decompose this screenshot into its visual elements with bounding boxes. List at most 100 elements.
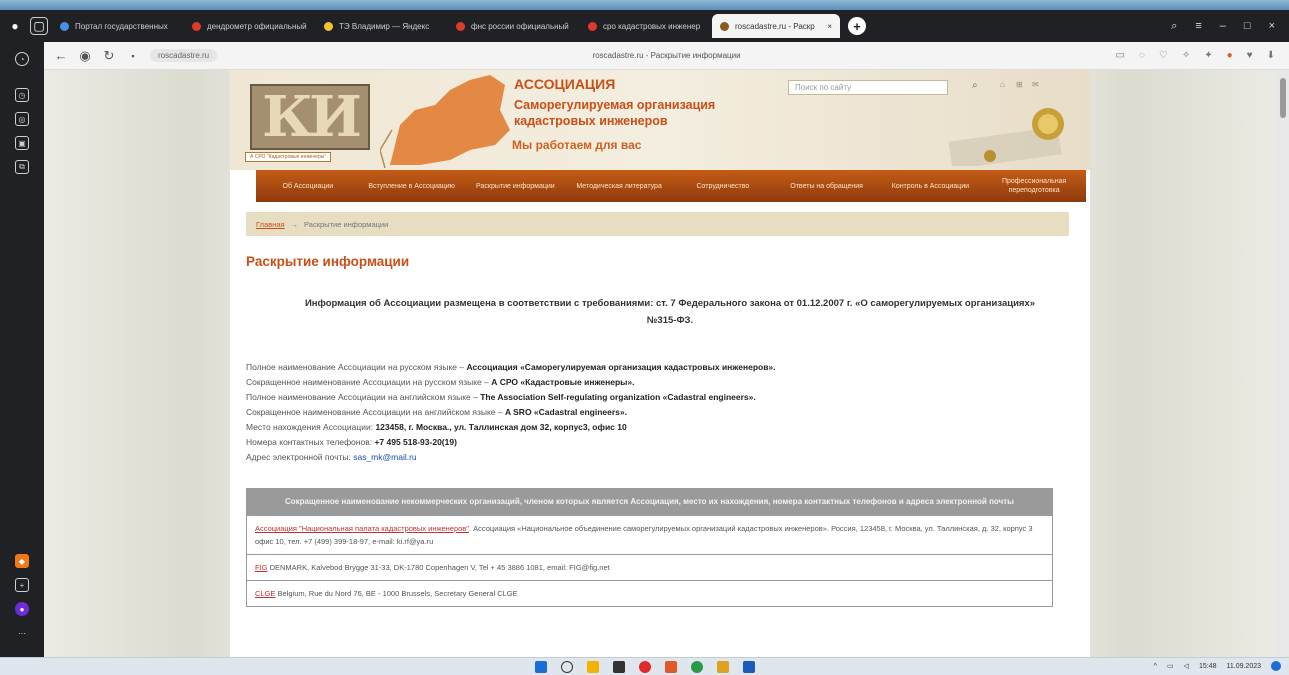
yandex-icon[interactable]: [664, 660, 677, 673]
field-value: 123458, г. Москва., ул. Таллинская дом 3…: [375, 422, 627, 432]
system-tray: ^ ▭ ◁ 15:48 11.09.2023: [1154, 661, 1281, 671]
chrome-icon[interactable]: [690, 660, 703, 673]
clock[interactable]: 15:48: [1199, 663, 1217, 670]
file-explorer-icon[interactable]: [586, 660, 599, 673]
table-row: FIG DENMARK, Kalvebod Brygge 31-33, DK-1…: [247, 554, 1052, 580]
speed-dial-icon[interactable]: ◔: [15, 52, 29, 66]
workspaces-icon[interactable]: ▢: [30, 17, 48, 35]
info-intro: Информация об Ассоциации размещена в соо…: [304, 298, 1036, 326]
add-sidebar-icon[interactable]: +: [15, 578, 29, 592]
field-value: А СРО «Кадастровые инженеры».: [491, 377, 635, 387]
more-icon[interactable]: ⋯: [15, 626, 29, 640]
tab-label: roscadastre.ru - Раскр: [735, 21, 815, 31]
volume-icon[interactable]: ◁: [1184, 662, 1189, 670]
search-icon[interactable]: ⌕: [972, 80, 978, 91]
page-scrollbar[interactable]: [1277, 70, 1289, 657]
mail-icon[interactable]: ✉: [1032, 80, 1039, 89]
table-row: Ассоциация "Национальная палата кадастро…: [247, 515, 1052, 554]
menu-item-control[interactable]: Контроль в Ассоциации: [879, 182, 983, 191]
tab[interactable]: ТЭ Владимир — Яндекс: [316, 14, 444, 38]
tab-label: дендрометр официальный: [207, 21, 307, 31]
extensions-icon[interactable]: ⧉: [15, 160, 29, 174]
tab-favicon-icon: [588, 21, 597, 31]
field-label: Место нахождения Ассоциации:: [246, 422, 376, 432]
messenger-icon[interactable]: ◆: [15, 554, 29, 568]
tab-favicon-icon: [720, 21, 729, 31]
paint-icon[interactable]: [716, 660, 729, 673]
org-details: Belgium, Rue du Nord 76, BE - 1000 Bruss…: [275, 589, 518, 598]
easy-setup-icon[interactable]: ≡: [1195, 20, 1201, 33]
home-icon[interactable]: ⌂: [1000, 80, 1005, 89]
tab[interactable]: дендрометр официальный: [184, 14, 312, 38]
site-subtitle: Саморегулируемая организация: [514, 98, 716, 112]
site-header: КИ А СРО "Кадастровые инженеры" АССОЦИАЦ…: [230, 70, 1090, 170]
org-link[interactable]: Ассоциация "Национальная палата кадастро…: [255, 524, 469, 533]
surveying-instruments-graphic: [948, 108, 1064, 166]
profile-icon[interactable]: ●: [1227, 50, 1233, 61]
app-icon[interactable]: [742, 660, 755, 673]
scrollbar-thumb[interactable]: [1280, 78, 1286, 118]
breadcrumb-home-link[interactable]: Главная: [256, 220, 285, 229]
site-search-input[interactable]: Поиск по сайту: [788, 80, 948, 95]
org-link[interactable]: FIG: [255, 563, 268, 572]
close-tab-icon[interactable]: ×: [823, 22, 832, 31]
bookmarks-icon[interactable]: ◎: [15, 112, 29, 126]
downloads-icon[interactable]: ▣: [15, 136, 29, 150]
vpn-icon[interactable]: ▭: [1115, 50, 1124, 61]
snapshot-icon[interactable]: ◌: [1139, 50, 1145, 61]
start-icon[interactable]: [534, 660, 547, 673]
tab[interactable]: Портал государственных: [52, 14, 180, 38]
download-icon[interactable]: ⬇: [1267, 50, 1275, 61]
tab[interactable]: сро кадастровых инженер: [580, 14, 708, 38]
opera-logo-icon[interactable]: ●: [6, 17, 24, 35]
date[interactable]: 11.09.2023: [1226, 663, 1261, 670]
search-tabs-icon[interactable]: ⌕: [1171, 20, 1177, 33]
field-phones: Номера контактных телефонов: +7 495 518-…: [246, 435, 1066, 450]
logo[interactable]: КИ А СРО "Кадастровые инженеры": [245, 84, 370, 162]
browser-tab-bar: ● ▢ Портал государственных дендрометр оф…: [0, 10, 1289, 42]
search-icon[interactable]: [560, 660, 573, 673]
site-subtitle: кадастровых инженеров: [514, 114, 668, 128]
field-label: Полное наименование Ассоциации на русско…: [246, 362, 467, 372]
page-title: roscadastre.ru - Раскрытие информации: [592, 51, 741, 60]
new-tab-button[interactable]: +: [848, 17, 866, 35]
tab[interactable]: фнс россии официальный: [448, 14, 576, 38]
menu-item-join[interactable]: Вступление в Ассоциацию: [360, 182, 464, 191]
email-link[interactable]: sas_mk@mail.ru: [353, 452, 416, 462]
opera-icon[interactable]: [638, 660, 651, 673]
store-icon[interactable]: [612, 660, 625, 673]
bookmark-heart-icon[interactable]: ♡: [1159, 50, 1168, 61]
org-link[interactable]: CLGE: [255, 589, 275, 598]
sitemap-icon[interactable]: ⊞: [1016, 80, 1023, 89]
tab-label: фнс россии официальный: [471, 21, 569, 31]
field-value: Ассоциация «Саморегулируемая организация…: [466, 362, 776, 372]
memberships-table: Сокращенное наименование некоммерческих …: [246, 488, 1053, 607]
tab-label: сро кадастровых инженер: [603, 21, 701, 31]
menu-item-about[interactable]: Об Ассоциации: [256, 182, 360, 191]
field-full-name-en: Полное наименование Ассоциации на англий…: [246, 390, 1066, 405]
minimize-icon[interactable]: –: [1220, 20, 1226, 33]
history-icon[interactable]: ◷: [15, 88, 29, 102]
field-value: A SRO «Cadastral engineers».: [504, 407, 627, 417]
menu-item-answers[interactable]: Ответы на обращения: [775, 182, 879, 191]
heart-icon[interactable]: ♥: [1247, 50, 1253, 61]
field-label: Сокращенное наименование Ассоциации на р…: [246, 377, 492, 387]
field-value: The Association Self-regulating organiza…: [480, 392, 756, 402]
extension-puzzle-icon[interactable]: ✦: [1204, 50, 1212, 61]
menu-item-disclosure[interactable]: Раскрытие информации: [464, 182, 568, 191]
notifications-icon[interactable]: [1271, 661, 1281, 671]
maximize-icon[interactable]: □: [1244, 20, 1251, 33]
tab-active[interactable]: roscadastre.ru - Раскр ×: [712, 14, 840, 38]
aria-icon[interactable]: ●: [15, 602, 29, 616]
field-short-name-ru: Сокращенное наименование Ассоциации на р…: [246, 375, 1066, 390]
close-window-icon[interactable]: ×: [1269, 20, 1275, 33]
menu-item-cooperation[interactable]: Сотрудничество: [671, 182, 775, 191]
pin-icon[interactable]: ✧: [1182, 50, 1190, 61]
tray-chevron-icon[interactable]: ^: [1154, 663, 1157, 670]
menu-item-retraining[interactable]: Профессиональная переподготовка: [982, 177, 1086, 195]
tab-favicon-icon: [60, 21, 69, 31]
table-row: CLGE Belgium, Rue du Nord 76, BE - 1000 …: [247, 580, 1052, 606]
breadcrumb-current: Раскрытие информации: [304, 219, 389, 229]
network-icon[interactable]: ▭: [1167, 662, 1174, 670]
menu-item-literature[interactable]: Методическая литература: [567, 182, 671, 191]
